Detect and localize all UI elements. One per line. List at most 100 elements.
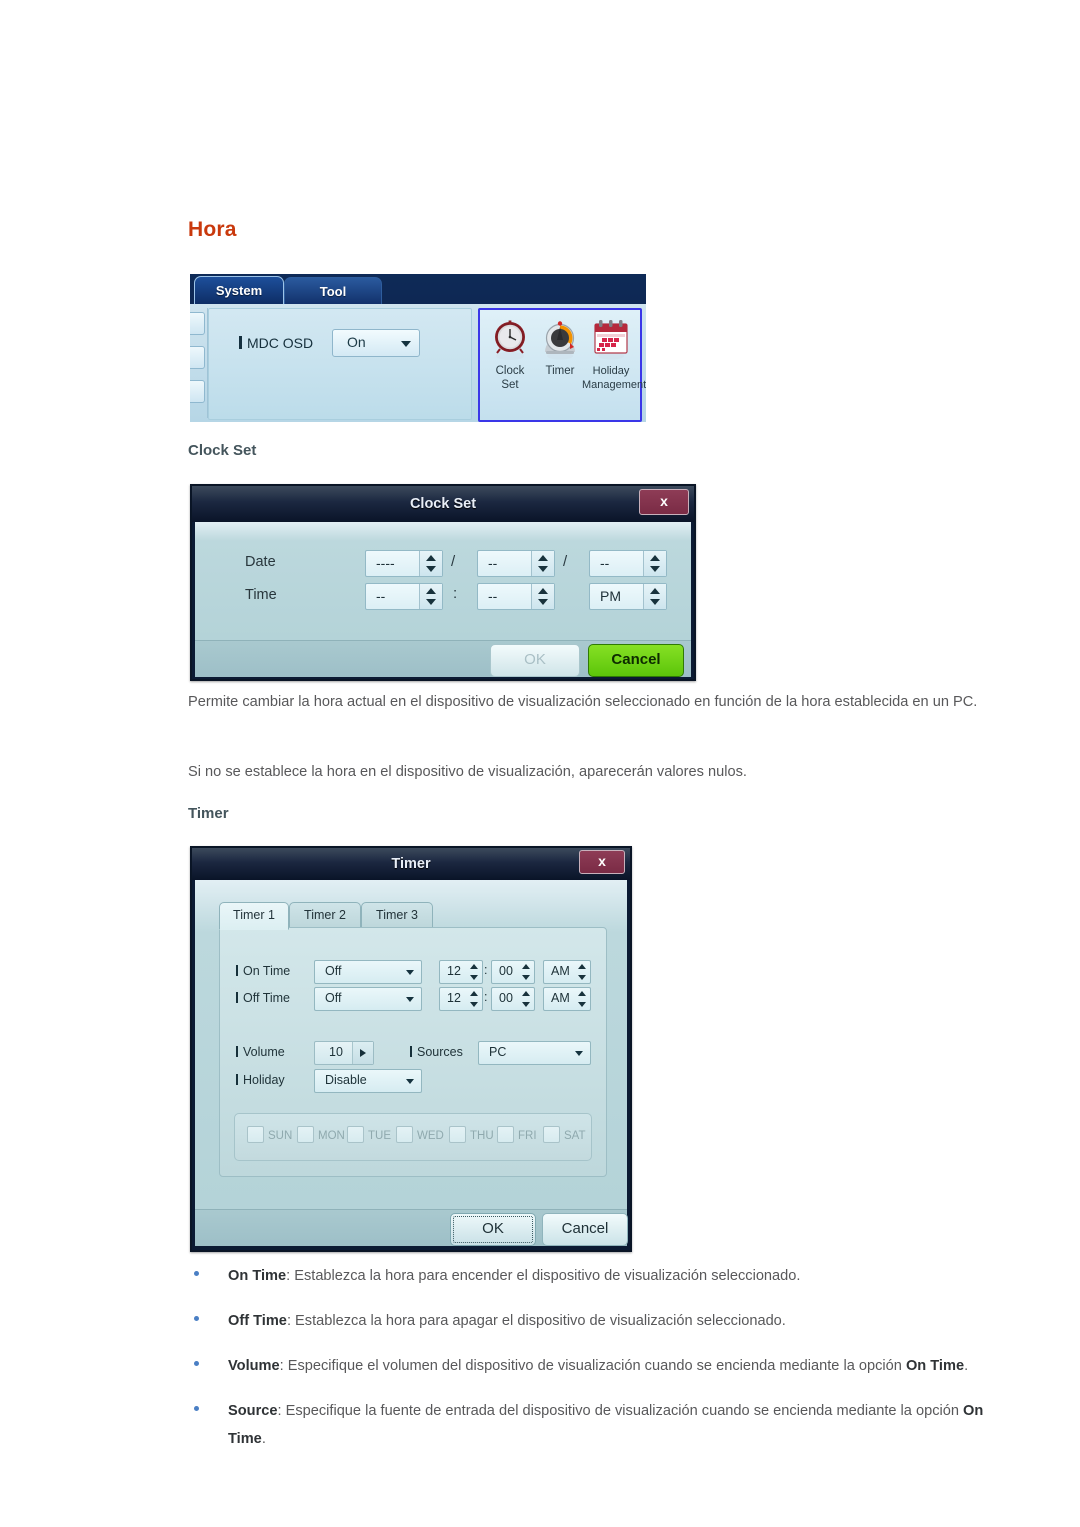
checkbox-wed[interactable] [396, 1126, 413, 1143]
volume-stepper[interactable]: 10 [314, 1041, 374, 1065]
weekday-mon[interactable]: MON [297, 1126, 345, 1146]
spin-up-icon[interactable] [470, 964, 478, 969]
holiday-label-text: Holiday [243, 1073, 285, 1087]
on-time-minute-spin-buttons[interactable] [518, 961, 534, 983]
checkbox-thu[interactable] [449, 1126, 466, 1143]
icon-button-clock-set[interactable]: Clock Set [484, 316, 536, 392]
spin-down-icon[interactable] [538, 599, 548, 605]
bullet-term: On Time [228, 1268, 287, 1284]
icon-button-timer[interactable]: Timer [534, 316, 586, 378]
spin-up-icon[interactable] [522, 964, 530, 969]
mdc-tabbar: System Tool [190, 274, 646, 305]
spin-up-icon[interactable] [426, 555, 436, 561]
time-meridiem-spinner[interactable]: PM [589, 583, 667, 610]
time-hour-spin-buttons[interactable] [419, 584, 442, 609]
spin-down-icon[interactable] [470, 975, 478, 980]
spin-up-icon[interactable] [578, 991, 586, 996]
time-hour-value: -- [376, 588, 386, 604]
spin-up-icon[interactable] [650, 588, 660, 594]
off-time-mode-value: Off [325, 991, 342, 1005]
close-icon[interactable]: x [639, 489, 689, 515]
checkbox-fri[interactable] [497, 1126, 514, 1143]
spin-down-icon[interactable] [650, 566, 660, 572]
on-time-hour-spinner[interactable]: 12 [439, 960, 483, 984]
off-time-minute-spin-buttons[interactable] [518, 988, 534, 1010]
timer-cancel-button[interactable]: Cancel [542, 1213, 628, 1246]
weekday-sun[interactable]: SUN [247, 1126, 292, 1146]
on-time-label: On Time [236, 964, 290, 978]
spin-down-icon[interactable] [522, 975, 530, 980]
off-time-hour-spinner[interactable]: 12 [439, 987, 483, 1011]
mdc-osd-dropdown[interactable]: On [332, 329, 420, 357]
spin-down-icon[interactable] [426, 566, 436, 572]
bullet-term: Volume [228, 1358, 280, 1374]
date-separator-2: / [563, 553, 568, 570]
holiday-dropdown[interactable]: Disable [314, 1069, 422, 1093]
weekday-tue[interactable]: TUE [347, 1126, 391, 1146]
on-time-minute-spinner[interactable]: 00 [491, 960, 535, 984]
bullet-rest: : Especifique el volumen del dispositivo… [279, 1358, 906, 1374]
time-minute-spin-buttons[interactable] [531, 584, 554, 609]
date-year-spin-buttons[interactable] [419, 551, 442, 576]
sources-dropdown[interactable]: PC [478, 1041, 591, 1065]
close-icon[interactable]: x [579, 850, 625, 874]
spin-down-icon[interactable] [578, 1002, 586, 1007]
icon-button-holiday-management[interactable]: Holiday Management [582, 316, 646, 392]
spin-up-icon[interactable] [470, 991, 478, 996]
checkbox-sun[interactable] [247, 1126, 264, 1143]
on-time-hour-spin-buttons[interactable] [466, 961, 482, 983]
time-meridiem-spin-buttons[interactable] [643, 584, 666, 609]
spin-up-icon[interactable] [538, 588, 548, 594]
date-month-spin-buttons[interactable] [531, 551, 554, 576]
weekday-wed[interactable]: WED [396, 1126, 444, 1146]
clock-set-cancel-button[interactable]: Cancel [588, 644, 684, 677]
spin-up-icon[interactable] [578, 964, 586, 969]
spin-up-icon[interactable] [538, 555, 548, 561]
tab-timer-2[interactable]: Timer 2 [289, 902, 361, 930]
date-day-spinner[interactable]: -- [589, 550, 667, 577]
off-time-mode-dropdown[interactable]: Off [314, 987, 422, 1011]
checkbox-tue[interactable] [347, 1126, 364, 1143]
spin-down-icon[interactable] [522, 1002, 530, 1007]
off-time-minute-spinner[interactable]: 00 [491, 987, 535, 1011]
spin-up-icon[interactable] [426, 588, 436, 594]
spin-down-icon[interactable] [426, 599, 436, 605]
date-day-spin-buttons[interactable] [643, 551, 666, 576]
off-time-meridiem-spinner[interactable]: AM [543, 987, 591, 1011]
timer-ok-button[interactable]: OK [450, 1213, 536, 1246]
timer-options-list: On Time: Establezca la hora para encende… [190, 1262, 990, 1470]
weekday-thu[interactable]: THU [449, 1126, 494, 1146]
timer-title: Timer [192, 848, 630, 880]
on-time-meridiem-spinner[interactable]: AM [543, 960, 591, 984]
volume-increase-icon[interactable] [352, 1042, 373, 1064]
date-month-spinner[interactable]: -- [477, 550, 555, 577]
clock-set-ok-button[interactable]: OK [490, 644, 580, 677]
spin-up-icon[interactable] [522, 991, 530, 996]
spin-down-icon[interactable] [578, 975, 586, 980]
spin-up-icon[interactable] [650, 555, 660, 561]
weekday-sat[interactable]: SAT [543, 1126, 586, 1146]
tab-tool[interactable]: Tool [284, 277, 382, 305]
tab-timer-1[interactable]: Timer 1 [219, 902, 289, 930]
section-heading-timer: Timer [188, 805, 229, 822]
on-time-mode-dropdown[interactable]: Off [314, 960, 422, 984]
date-year-spinner[interactable]: ---- [365, 550, 443, 577]
on-time-meridiem-spin-buttons[interactable] [574, 961, 590, 983]
spin-down-icon[interactable] [650, 599, 660, 605]
tab-system[interactable]: System [194, 276, 284, 305]
off-time-hour-spin-buttons[interactable] [466, 988, 482, 1010]
spin-down-icon[interactable] [470, 1002, 478, 1007]
off-time-meridiem-spin-buttons[interactable] [574, 988, 590, 1010]
bullet-text-on-time: On Time: Establezca la hora para encende… [228, 1262, 990, 1290]
weekday-fri[interactable]: FRI [497, 1126, 537, 1146]
tab-timer-3[interactable]: Timer 3 [361, 902, 433, 930]
page-title: Hora [188, 218, 237, 241]
mdc-osd-value: On [347, 334, 366, 350]
time-minute-value: -- [488, 588, 498, 604]
checkbox-sat[interactable] [543, 1126, 560, 1143]
label-marker-icon [236, 992, 238, 1003]
time-hour-spinner[interactable]: -- [365, 583, 443, 610]
checkbox-mon[interactable] [297, 1126, 314, 1143]
spin-down-icon[interactable] [538, 566, 548, 572]
time-minute-spinner[interactable]: -- [477, 583, 555, 610]
